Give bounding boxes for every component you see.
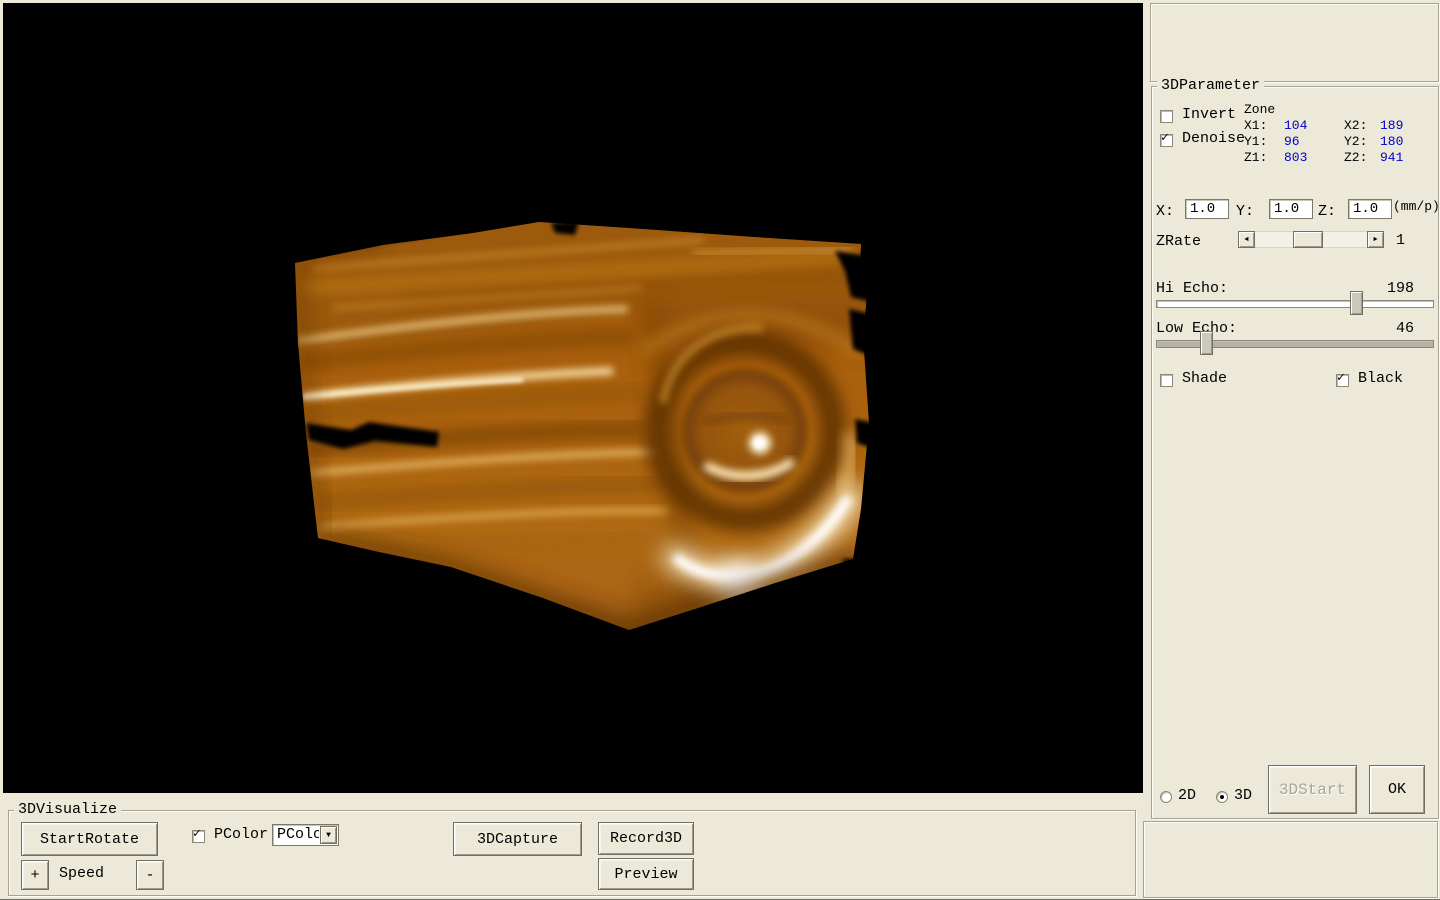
mode-2d-label: 2D [1178,787,1196,804]
zone-z2-value: 941 [1380,150,1403,165]
check-icon: ✓ [1161,131,1169,144]
zone-z1-value: 803 [1284,150,1307,165]
capture-3d-button[interactable]: 3DCapture [453,822,582,856]
parameter-panel: 3DParameter Invert ✓ Denoise Zone X1: 10… [1151,86,1439,819]
zone-title: Zone [1244,102,1275,117]
scale-y-input[interactable]: 1.0 [1269,199,1313,219]
arrow-down-icon: ▼ [326,831,331,840]
check-icon: ✓ [193,827,201,840]
volume-render [3,3,1143,793]
speed-plus-button[interactable]: + [21,860,49,890]
pcolor-dropdown[interactable]: PColor ▼ [272,824,339,846]
scale-z-value: 1.0 [1353,201,1378,217]
zone-x1-value: 104 [1284,118,1307,133]
zone-y2-value: 180 [1380,134,1403,149]
pcolor-dropdown-value: PColor [273,825,319,845]
scale-x-value: 1.0 [1190,201,1215,217]
speed-label: Speed [59,865,104,882]
shade-label: Shade [1182,370,1227,387]
scale-x-label: X: [1156,203,1174,220]
zone-z1-label: Z1: [1244,150,1267,165]
app-window: 3DParameter Invert ✓ Denoise Zone X1: 10… [0,0,1440,900]
record-3d-button[interactable]: Record3D [598,822,694,855]
visualize-panel: 3DVisualize StartRotate + Speed - ✓ PCol… [8,810,1136,896]
hi-echo-slider[interactable] [1156,291,1434,315]
scale-z-input[interactable]: 1.0 [1348,199,1392,219]
pcolor-dropdown-button[interactable]: ▼ [320,826,337,844]
preview-button[interactable]: Preview [598,858,694,890]
speed-minus-button[interactable]: - [136,860,164,890]
invert-checkbox[interactable] [1160,110,1173,123]
zrate-scrollbar[interactable]: ◄ ► [1238,231,1384,248]
scale-z-label: Z: [1318,203,1336,220]
scale-y-value: 1.0 [1274,201,1299,217]
zrate-track[interactable] [1255,231,1367,248]
denoise-label: Denoise [1182,130,1245,147]
zrate-label: ZRate [1156,233,1201,250]
right-top-box [1150,3,1439,82]
scale-y-label: Y: [1236,203,1254,220]
black-checkbox[interactable]: ✓ [1336,374,1349,387]
mode-3d-radio[interactable] [1216,791,1228,803]
zone-x2-label: X2: [1344,118,1367,133]
check-icon: ✓ [1337,371,1345,384]
pcolor-label: PColor [214,826,268,843]
zone-x1-label: X1: [1244,118,1267,133]
scale-unit-label: (mm/p) [1393,199,1440,214]
invert-label: Invert [1182,106,1236,123]
denoise-checkbox[interactable]: ✓ [1160,134,1173,147]
start-rotate-button[interactable]: StartRotate [21,822,158,856]
low-echo-track[interactable] [1156,340,1434,348]
black-label: Black [1358,370,1403,387]
mode-2d-radio[interactable] [1160,791,1172,803]
zone-y1-label: Y1: [1244,134,1267,149]
zrate-value: 1 [1396,232,1405,249]
low-echo-thumb[interactable] [1200,331,1213,355]
zone-x2-value: 189 [1380,118,1403,133]
hi-echo-thumb[interactable] [1350,291,1363,315]
zone-z2-label: Z2: [1344,150,1367,165]
zone-y1-value: 96 [1284,134,1300,149]
mode-3d-label: 3D [1234,787,1252,804]
low-echo-slider[interactable] [1156,331,1434,355]
arrow-right-icon: ► [1373,236,1377,244]
render-canvas[interactable] [3,3,1143,793]
hi-echo-track[interactable] [1156,300,1434,308]
zrate-thumb[interactable] [1293,231,1323,248]
ok-button[interactable]: OK [1369,765,1425,814]
zrate-scroll-right-button[interactable]: ► [1367,231,1384,248]
start3d-button[interactable]: 3DStart [1268,765,1357,814]
visualize-panel-title: 3DVisualize [14,801,121,819]
parameter-panel-title: 3DParameter [1157,77,1264,95]
bottom-right-box [1143,821,1438,898]
shade-checkbox[interactable] [1160,374,1173,387]
zrate-scroll-left-button[interactable]: ◄ [1238,231,1255,248]
arrow-left-icon: ◄ [1244,236,1248,244]
scale-x-input[interactable]: 1.0 [1185,199,1229,219]
pcolor-checkbox[interactable]: ✓ [192,830,205,843]
zone-y2-label: Y2: [1344,134,1367,149]
